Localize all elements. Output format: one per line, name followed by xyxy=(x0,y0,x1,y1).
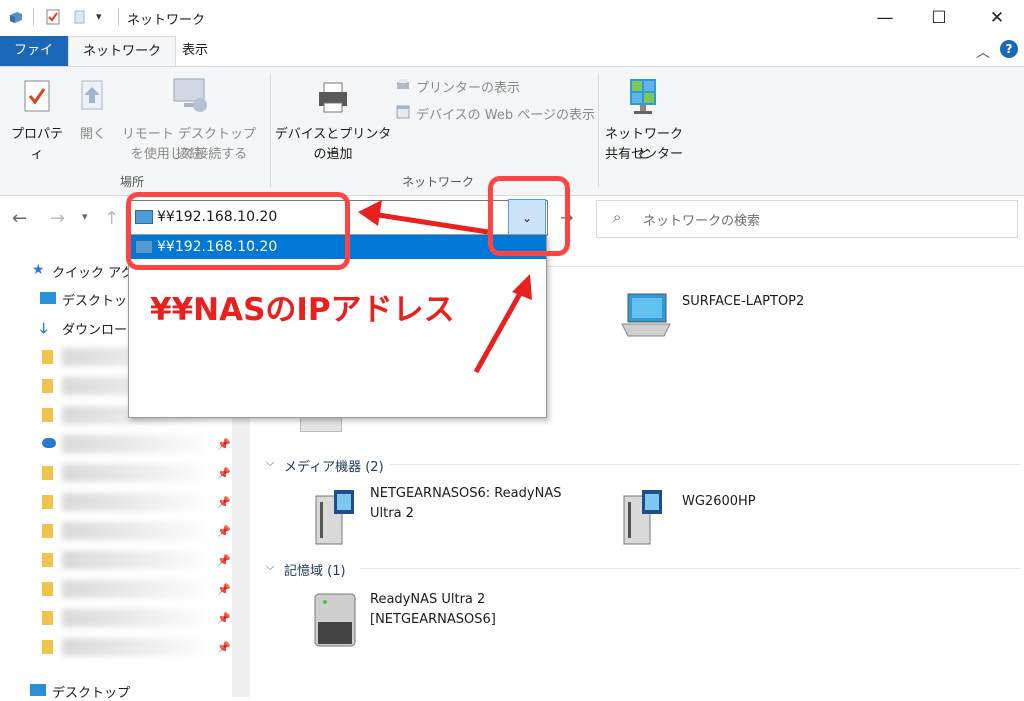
annotation-arrow-left xyxy=(371,211,489,235)
annotation-arrow-up xyxy=(473,288,525,374)
arrow-head-icon xyxy=(358,200,382,226)
annotation-arrows xyxy=(358,200,532,374)
annotation-text: ¥¥NASのIPアドレス xyxy=(150,292,455,328)
arrow-head-icon xyxy=(512,274,532,300)
